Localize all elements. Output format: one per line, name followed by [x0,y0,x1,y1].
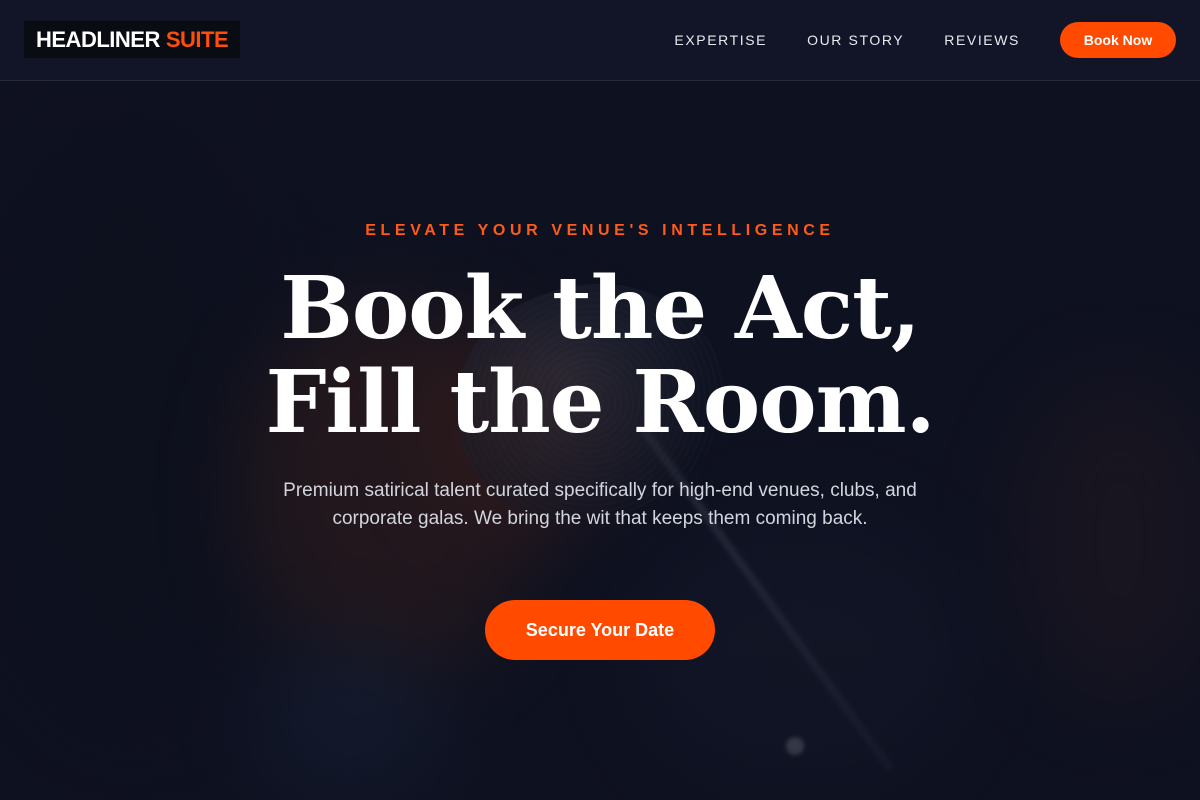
hero-headline-line-1: Book the Act, [280,258,921,359]
nav-link-expertise[interactable]: EXPERTISE [674,32,767,48]
landing-page: HEADLINER SUITE EXPERTISE OUR STORY REVI… [0,0,1200,800]
nav-link-reviews[interactable]: REVIEWS [944,32,1020,48]
brand-logo[interactable]: HEADLINER SUITE [24,21,241,58]
hero-eyebrow: ELEVATE YOUR VENUE'S INTELLIGENCE [365,222,835,239]
hero-section: ELEVATE YOUR VENUE'S INTELLIGENCE Book t… [0,0,1200,800]
hero-headline-line-2: Fill the Room. [265,352,935,453]
main-nav: EXPERTISE OUR STORY REVIEWS Book Now [674,0,1176,80]
brand-name-accent: SUITE [165,26,229,52]
nav-link-our-story[interactable]: OUR STORY [807,32,904,48]
hero-headline: Book the Act, Fill the Room. [0,262,1200,450]
secure-date-button[interactable]: Secure Your Date [485,600,715,660]
site-header: HEADLINER SUITE EXPERTISE OUR STORY REVI… [0,0,1200,81]
book-now-button[interactable]: Book Now [1060,22,1176,58]
brand-name: HEADLINER [36,26,160,52]
hero-subtext: Premium satirical talent curated specifi… [283,480,917,529]
